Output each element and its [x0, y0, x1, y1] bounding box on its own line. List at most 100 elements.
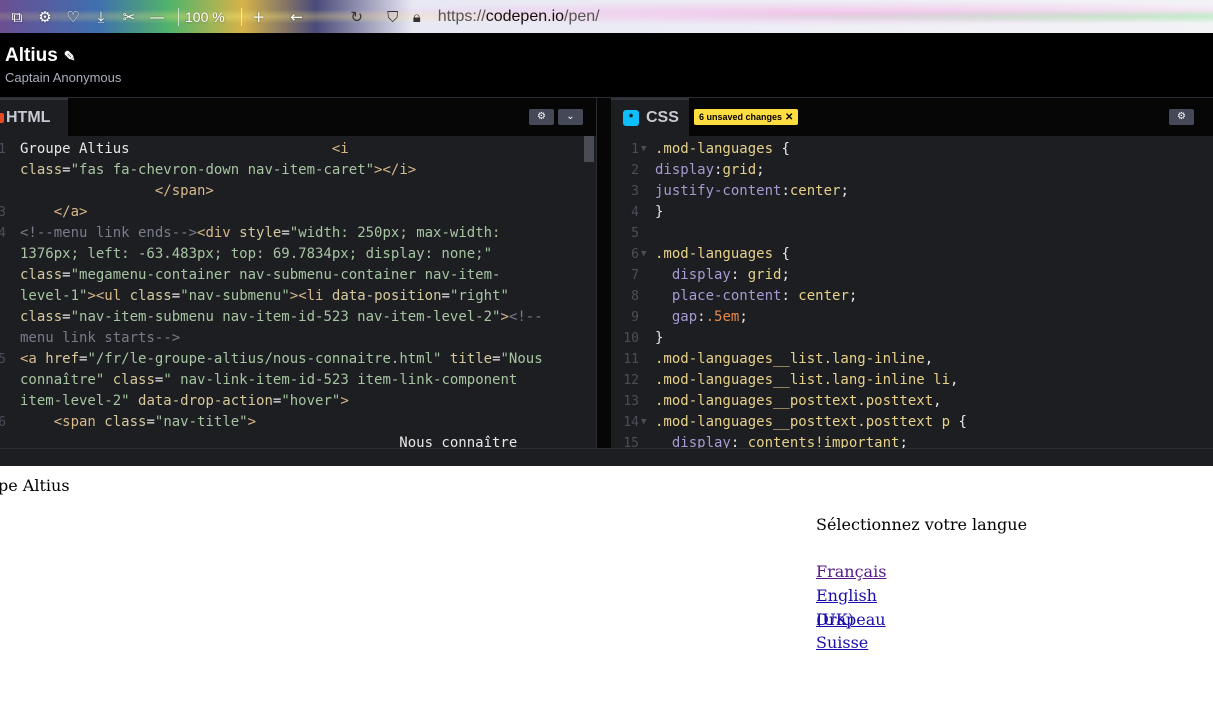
zoom-in-icon[interactable]: +	[248, 6, 270, 28]
html-pane-header: HTML ⚙ ⌄	[0, 98, 596, 136]
line-number: 10	[623, 331, 639, 346]
code-token: "width: 250px; max-width:	[289, 225, 501, 241]
html-scrollbar[interactable]	[584, 136, 594, 162]
zoom-out-icon[interactable]: —	[146, 6, 168, 28]
code-token: ,	[924, 351, 934, 367]
css-settings-button[interactable]: ⚙	[1169, 109, 1194, 125]
code-token: >	[340, 393, 349, 409]
lang-link-suisse[interactable]: Suisse	[816, 633, 868, 652]
fold-arrow-icon[interactable]: ▼	[641, 412, 646, 433]
code-token: :	[781, 288, 799, 304]
css-code-editor[interactable]: 1 ▼ .mod-languages {2 display:grid; 3 justify…	[611, 136, 1213, 448]
code-line: 7 display: grid;	[611, 265, 1213, 286]
code-token: ;	[840, 183, 849, 199]
line-number: 2	[631, 163, 639, 178]
code-line: 3 </a>	[0, 202, 596, 223]
pane-resizer[interactable]	[596, 98, 611, 448]
line-number: 15	[623, 436, 639, 448]
pen-title-row: Altius ✎	[5, 45, 76, 67]
lang-link-english[interactable]: English	[816, 586, 877, 605]
code-token: grid	[747, 267, 782, 283]
html-collapse-button[interactable]: ⌄	[558, 109, 583, 125]
code-line: menu link starts-->	[0, 328, 596, 349]
code-line: 1 ▼ .mod-languages {	[611, 139, 1213, 160]
code-token: <span	[20, 414, 105, 430]
chevron-down-icon: ⌄	[566, 111, 575, 122]
download-icon[interactable]: ⤓	[90, 6, 112, 28]
screenshot-icon[interactable]: ✂	[118, 6, 140, 28]
html-icon	[0, 113, 4, 123]
code-token: gap	[655, 309, 698, 325]
tab-html[interactable]: HTML	[0, 98, 68, 136]
code-text: <span class="nav-title">	[20, 412, 256, 433]
lock-icon[interactable]: 🔒︎	[406, 6, 428, 28]
code-token: connaître"	[20, 372, 105, 388]
unsaved-changes-badge[interactable]: 6 unsaved changes ✕	[694, 109, 799, 125]
line-number: 6	[631, 247, 639, 262]
lang-link-drapeau[interactable]: Drapeau	[816, 610, 886, 629]
back-icon[interactable]: ←	[286, 6, 308, 28]
pencil-icon[interactable]: ✎	[64, 48, 76, 65]
code-line: class="nav-item-submenu nav-item-id-523 …	[0, 307, 596, 328]
code-text: display: contents!important;	[655, 433, 908, 448]
code-text: display:grid;	[655, 160, 765, 181]
fold-arrow-icon[interactable]: ▼	[641, 244, 646, 265]
css-editor-pane: * CSS 6 unsaved changes ✕ ⚙ 1 ▼ .mod-langua…	[611, 98, 1213, 448]
code-token: =	[171, 288, 181, 304]
preview-resize-bar[interactable]	[0, 448, 1213, 466]
code-token: =	[62, 267, 71, 283]
lang-link-francais[interactable]: Français	[816, 562, 886, 581]
code-token: grid	[722, 162, 757, 178]
zoom-level[interactable]: 100 %	[185, 9, 225, 25]
code-token: =	[492, 351, 501, 367]
code-text: 1376px; left: -63.483px; top: 69.7834px;…	[20, 244, 492, 265]
code-line: 5 <a href = "/fr/le-groupe-altius/nous-conn…	[0, 349, 596, 370]
preview-frame: pe Altius Sélectionnez votre langue Fran…	[0, 466, 1213, 709]
code-token: class	[112, 372, 155, 388]
code-token: :	[730, 435, 748, 448]
fold-arrow-icon[interactable]: ▼	[641, 139, 646, 160]
code-line: 10}	[611, 328, 1213, 349]
code-token: class	[20, 162, 63, 178]
settings-icon[interactable]: ⚙	[34, 6, 56, 28]
url-path: /pen/	[564, 7, 600, 25]
line-number: 5	[631, 226, 639, 241]
tab-html-label: HTML	[6, 109, 51, 126]
code-line: connaître" class=" nav-link-item-id-523 …	[0, 370, 596, 391]
line-number: 1	[0, 142, 6, 157]
code-line: 3 justify-content:center;	[611, 181, 1213, 202]
shield-icon[interactable]: ⛉	[382, 6, 404, 28]
code-token: .mod-languages	[655, 246, 782, 262]
pen-author: Captain Anonymous	[5, 70, 122, 85]
extensions-icon[interactable]: ⧉	[6, 6, 28, 28]
close-icon[interactable]: ✕	[785, 112, 793, 123]
pocket-icon[interactable]: ♡	[62, 6, 84, 28]
code-token: ;	[781, 267, 790, 283]
code-token: .mod-languages__list.lang-inline	[655, 351, 925, 367]
pen-title[interactable]: Altius	[5, 45, 58, 67]
gear-icon: ⚙	[1177, 111, 1186, 122]
code-token: {	[958, 414, 967, 430]
code-token: ></i>	[374, 162, 417, 178]
url-bar[interactable]: https://codepen.io/pen/	[438, 8, 600, 26]
tab-css[interactable]: * CSS	[611, 98, 689, 136]
editors-area: HTML ⚙ ⌄ 1 Groupe Altius <i class="fas fa-…	[0, 98, 1213, 448]
reload-icon[interactable]: ↻	[346, 6, 368, 28]
html-code-editor[interactable]: 1 Groupe Altius <i class="fas fa-chevron-d…	[0, 136, 596, 448]
code-token: "megamenu-container nav-submenu-containe…	[70, 267, 501, 283]
code-token: ><ul	[87, 288, 130, 304]
html-editor-pane: HTML ⚙ ⌄ 1 Groupe Altius <i class="fas fa-…	[0, 98, 596, 448]
code-token: ><li	[289, 288, 332, 304]
code-token: ,	[950, 372, 959, 388]
url-scheme: https://	[437, 7, 486, 25]
line-number: 3	[0, 205, 6, 220]
code-line: 15 display: contents!important;	[611, 433, 1213, 448]
code-text: </span>	[20, 181, 214, 202]
code-line: 5	[611, 223, 1213, 244]
code-token: {	[781, 246, 790, 262]
html-settings-button[interactable]: ⚙	[529, 109, 554, 125]
line-number: 1	[631, 142, 639, 157]
code-token: .mod-languages	[655, 141, 782, 157]
code-line: 11 .mod-languages__list.lang-inline,	[611, 349, 1213, 370]
